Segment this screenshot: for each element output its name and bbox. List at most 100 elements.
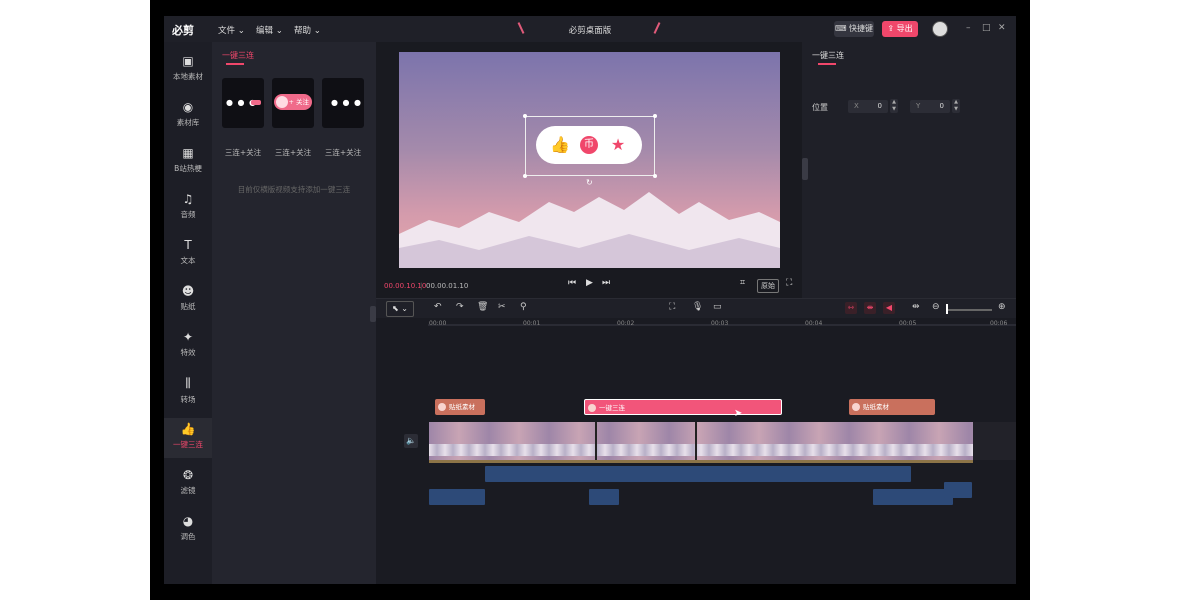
shortcut-button[interactable]: ⌨ 快捷键 — [834, 21, 874, 37]
maximize-icon[interactable]: □ — [982, 23, 991, 33]
fit-timeline-icon[interactable]: ⇹ — [912, 302, 920, 312]
audio-toggle-icon[interactable]: ◀ — [883, 302, 895, 314]
play-icon[interactable]: ▶ — [586, 278, 593, 288]
audio-clip[interactable] — [944, 482, 972, 498]
sticker-clip[interactable]: 贴纸素材 — [435, 399, 485, 415]
y-value: 0 — [939, 102, 944, 110]
nav-label: 文本 — [180, 256, 196, 265]
position-x-input[interactable]: X 0 — [848, 100, 888, 113]
ruler-label: 00:00 — [429, 320, 447, 327]
landscape-only-hint: 目前仅横版视频支持添加一键三连 — [237, 185, 351, 194]
undo-icon[interactable]: ↶ — [434, 302, 442, 312]
x-value: 0 — [877, 102, 882, 110]
resize-handle[interactable] — [653, 114, 657, 118]
audio-clip[interactable] — [429, 489, 485, 505]
close-icon[interactable]: ✕ — [998, 23, 1006, 33]
zoom-slider-knob[interactable] — [946, 304, 948, 314]
skip-back-icon[interactable]: ⏮ — [568, 278, 576, 288]
nav-label: 滤镜 — [180, 486, 196, 495]
x-stepper[interactable]: ▲ ▼ — [890, 99, 898, 113]
nav-color-grading[interactable]: ◕ 调色 — [164, 510, 212, 550]
clip-boundary[interactable] — [695, 422, 697, 460]
rotate-icon[interactable]: ↻ — [586, 178, 593, 187]
nav-bilibili-memes[interactable]: ▦ B站热梗 — [164, 142, 212, 182]
crop-icon[interactable]: ⌗ — [740, 278, 745, 288]
pin-icon[interactable]: ⚲ — [520, 302, 527, 312]
nav-transitions[interactable]: ⫼ 转场 — [164, 372, 212, 412]
follow-badge — [251, 100, 261, 105]
nav-label: 本地素材 — [173, 72, 203, 81]
ruler-label: 00:03 — [711, 320, 729, 327]
property-tab[interactable]: 一键三连 — [812, 50, 844, 61]
filter-icon: ❂ — [182, 468, 194, 482]
minimize-icon[interactable]: – — [966, 23, 971, 33]
sanlian-template-1[interactable]: ● ● ● — [222, 78, 264, 128]
ruler-label: 00:02 — [617, 320, 635, 327]
resize-handle[interactable] — [653, 174, 657, 178]
nav-text[interactable]: T 文本 — [164, 234, 212, 274]
thumbs-up-icon: 👍 — [550, 135, 570, 154]
resize-handle[interactable] — [523, 174, 527, 178]
zoom-out-icon[interactable]: ⊖ — [932, 302, 940, 312]
zoom-in-icon[interactable]: ⊕ — [998, 302, 1006, 312]
sticker-icon — [438, 403, 446, 411]
thumbs-up-icon — [588, 404, 596, 412]
camera-icon[interactable]: ▭ — [713, 302, 722, 312]
sanlian-clip[interactable]: 一键三连 — [584, 399, 782, 415]
ruler-label: 00:01 — [523, 320, 541, 327]
audio-clip[interactable] — [485, 466, 911, 482]
nav-label: 素材库 — [176, 118, 200, 127]
delete-icon[interactable]: 🗑 — [477, 302, 488, 312]
track-end-area — [973, 422, 1016, 460]
folder-icon: ▣ — [182, 54, 194, 68]
magnet-snap-icon[interactable]: ⇿ — [845, 302, 857, 314]
ruler-ticks — [428, 324, 1016, 326]
nav-label: 贴纸 — [180, 302, 196, 311]
sticker-icon — [852, 403, 860, 411]
nav-audio[interactable]: ♫ 音频 — [164, 188, 212, 228]
tab-underline — [818, 63, 836, 65]
select-tool-dropdown[interactable]: ⬉ ⌄ — [386, 301, 414, 317]
resize-handle[interactable] — [523, 114, 527, 118]
nav-stickers[interactable]: ☻ 贴纸 — [164, 280, 212, 320]
clip-boundary[interactable] — [595, 422, 597, 460]
nav-local-assets[interactable]: ▣ 本地素材 — [164, 50, 212, 90]
nav-label: 转场 — [180, 395, 196, 404]
fullscreen-icon[interactable]: ⛶ — [786, 278, 792, 288]
microphone-icon[interactable]: 🎙 — [692, 302, 703, 312]
library-icon: ◉ — [182, 100, 194, 114]
redo-icon[interactable]: ↷ — [456, 302, 464, 312]
sticker-clip[interactable]: 贴纸素材 — [849, 399, 935, 415]
thumbs-up-icon: 👍 — [180, 422, 196, 436]
main-video-track[interactable] — [429, 422, 973, 460]
position-y-input[interactable]: Y 0 — [910, 100, 950, 113]
linkage-icon[interactable]: ⇼ — [864, 302, 876, 314]
track-mute-icon[interactable]: 🔈 — [404, 434, 418, 448]
sanlian-overlay-card: 👍 币 ★ — [536, 126, 642, 164]
audio-clip[interactable] — [589, 489, 619, 505]
time-ruler[interactable] — [376, 319, 1016, 329]
property-panel: 一键三连 位置 X 0 ▲ ▼ Y 0 ▲ ▼ — [802, 42, 1016, 298]
asset-panel-tab[interactable]: 一键三连 — [222, 50, 254, 61]
time-separator: | — [420, 282, 423, 290]
avatar[interactable] — [932, 21, 948, 37]
y-stepper[interactable]: ▲ ▼ — [952, 99, 960, 113]
sanlian-template-2[interactable]: + 关注 — [272, 78, 314, 128]
asset-panel: 一键三连 ● ● ● + 关注 ● ● ● 三连+关注 三连+关注 三连+关注 … — [212, 42, 376, 584]
split-icon[interactable]: ✂ — [498, 302, 506, 312]
auto-frame-icon[interactable]: ⛶ — [669, 302, 675, 312]
avatar-circle — [276, 96, 288, 108]
nav-asset-library[interactable]: ◉ 素材库 — [164, 96, 212, 136]
audio-waveform-strip — [429, 460, 973, 463]
audio-clip[interactable] — [873, 489, 953, 505]
panel-collapse-handle[interactable] — [802, 158, 808, 180]
nav-one-click-sanlian[interactable]: 👍 一键三连 — [164, 418, 212, 458]
nav-filters[interactable]: ❂ 滤镜 — [164, 464, 212, 504]
skip-forward-icon[interactable]: ⏭ — [602, 278, 610, 288]
original-ratio-button[interactable]: 原始 — [757, 279, 779, 293]
nav-effects[interactable]: ✦ 特效 — [164, 326, 212, 366]
sanlian-template-3[interactable]: ● ● ● — [322, 78, 364, 128]
export-button[interactable]: ⇪ 导出 — [882, 21, 918, 37]
zoom-slider-track[interactable] — [946, 309, 992, 311]
title-bar: 必剪 文件 ⌄ 编辑 ⌄ 帮助 ⌄ 必剪桌面版 ⌨ 快捷键 ⇪ 导出 – □ ✕ — [164, 16, 1016, 42]
